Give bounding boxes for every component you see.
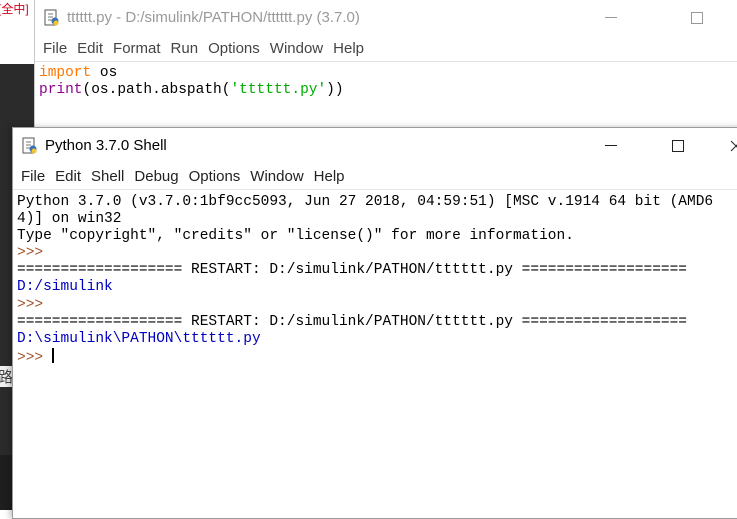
- menu-options[interactable]: Options: [203, 40, 265, 57]
- shell-titlebar[interactable]: Python 3.7.0 Shell: [13, 128, 737, 164]
- menu-window[interactable]: Window: [245, 168, 308, 185]
- restart-line-1: =================== RESTART: D:/simulink…: [17, 262, 688, 279]
- shell-window[interactable]: Python 3.7.0 Shell File Edit Shell Debug…: [12, 127, 737, 519]
- banner-line-2: 4)] on win32: [17, 211, 122, 228]
- maximize-button[interactable]: [654, 128, 700, 164]
- code-text: os: [91, 65, 118, 81]
- shell-prompt: >>>: [17, 245, 44, 262]
- code-text: (os.path.abspath(: [82, 82, 231, 98]
- menu-format[interactable]: Format: [108, 40, 166, 57]
- close-icon: [730, 140, 737, 152]
- banner-line-3: Type "copyright", "credits" or "license(…: [17, 228, 574, 245]
- active-prompt-line[interactable]: >>>: [17, 347, 737, 367]
- editor-titlebar[interactable]: tttttt.py - D:/simulink/PATHON/tttttt.py…: [35, 0, 737, 36]
- code-line-1: import os: [39, 65, 737, 82]
- shell-prompt: >>>: [17, 349, 44, 366]
- maximize-button[interactable]: [674, 0, 720, 36]
- builtin-print: print: [39, 82, 83, 98]
- shell-prompt: >>>: [17, 296, 44, 313]
- output-line-1: D:/simulink: [17, 279, 113, 296]
- menu-edit[interactable]: Edit: [50, 168, 86, 185]
- code-text: )): [326, 82, 344, 98]
- menu-window[interactable]: Window: [265, 40, 328, 57]
- minimize-button[interactable]: [588, 0, 634, 36]
- shell-menubar: File Edit Shell Debug Options Window Hel…: [13, 164, 737, 190]
- close-button[interactable]: [718, 128, 737, 164]
- minimize-icon: [605, 145, 617, 146]
- menu-help[interactable]: Help: [309, 168, 350, 185]
- minimize-icon: [605, 17, 617, 18]
- menu-shell[interactable]: Shell: [86, 168, 129, 185]
- restart-line-2: =================== RESTART: D:/simulink…: [17, 313, 688, 330]
- menu-options[interactable]: Options: [184, 168, 246, 185]
- menu-run[interactable]: Run: [166, 40, 204, 57]
- python-idle-icon: [44, 9, 59, 26]
- editor-text-area[interactable]: import os print(os.path.abspath('tttttt.p…: [35, 62, 737, 99]
- output-line-2: D:\simulink\PATHON\tttttt.py: [17, 330, 261, 347]
- banner-line-1: Python 3.7.0 (v3.7.0:1bf9cc5093, Jun 27 …: [17, 194, 714, 210]
- menu-file[interactable]: File: [16, 168, 50, 185]
- editor-menubar: File Edit Format Run Options Window Help: [35, 36, 737, 62]
- menu-edit[interactable]: Edit: [72, 40, 108, 57]
- background-window-text: [全中]: [0, 2, 29, 16]
- menu-help[interactable]: Help: [328, 40, 369, 57]
- keyword-import: import: [39, 65, 92, 81]
- minimize-button[interactable]: [588, 128, 634, 164]
- python-shell-icon: [22, 137, 37, 154]
- menu-debug[interactable]: Debug: [129, 168, 183, 185]
- code-line-2: print(os.path.abspath('tttttt.py')): [39, 82, 737, 99]
- editor-window-title: tttttt.py - D:/simulink/PATHON/tttttt.py…: [67, 9, 360, 26]
- shell-window-title: Python 3.7.0 Shell: [45, 137, 167, 154]
- string-literal: 'tttttt.py': [230, 82, 327, 98]
- menu-file[interactable]: File: [38, 40, 72, 57]
- shell-text-area[interactable]: Python 3.7.0 (v3.7.0:1bf9cc5093, Jun 27 …: [13, 190, 737, 367]
- editor-window[interactable]: tttttt.py - D:/simulink/PATHON/tttttt.py…: [34, 0, 737, 128]
- maximize-icon: [691, 12, 703, 24]
- maximize-icon: [672, 140, 684, 152]
- background-app-panel-dark: [0, 455, 12, 510]
- text-cursor: [51, 347, 54, 363]
